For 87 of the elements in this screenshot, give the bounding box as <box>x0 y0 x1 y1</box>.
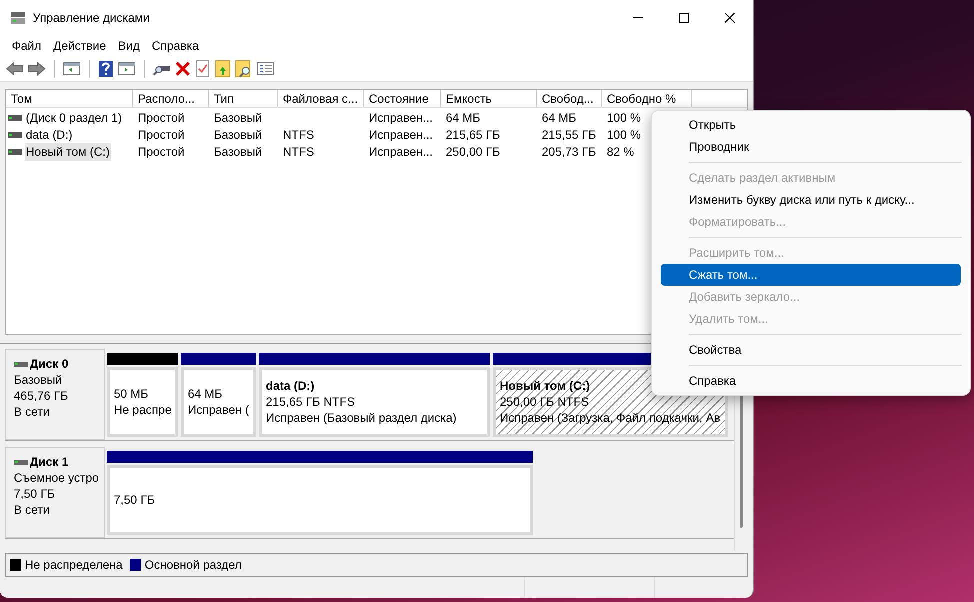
disk-detail: В сети <box>14 404 51 420</box>
table-cell-text: 215,55 ГБ <box>542 126 596 144</box>
table-cell-text: 64 МБ <box>542 110 577 126</box>
disk-detail: 7,50 ГБ <box>14 486 56 502</box>
column-header[interactable]: Файловая с... <box>278 90 364 107</box>
table-cell-text: 82 % <box>607 144 634 160</box>
column-header[interactable]: Емкость <box>441 90 537 107</box>
folder-search-icon[interactable] <box>235 60 253 78</box>
table-cell-text: Базовый <box>214 110 262 126</box>
partition-detail: 215,65 ГБ NTFS <box>266 394 356 410</box>
partition-title: Новый том (C:) <box>500 378 590 394</box>
volume-name[interactable]: (Диск 0 раздел 1) <box>25 108 124 126</box>
volume-name[interactable]: Новый том (C:) <box>25 142 111 160</box>
table-cell-text: Простой <box>138 126 185 144</box>
table-cell-text: 215,65 ГБ <box>446 126 500 144</box>
maximize-icon <box>679 13 689 23</box>
delete-icon[interactable] <box>175 60 191 76</box>
context-menu-item[interactable]: Сжать том... <box>661 264 961 286</box>
partition-detail: 250,00 ГБ NTFS <box>500 394 590 410</box>
partition-detail: Исправен (Базовый раздел диска) <box>266 410 457 426</box>
disk-info-panel[interactable]: Диск 0 Базовый 465,76 ГБ В сети <box>5 349 105 440</box>
column-header[interactable]: Состояние <box>364 90 441 107</box>
help-icon[interactable] <box>98 60 114 78</box>
drive-icon <box>8 114 22 120</box>
table-cell-text: 64 МБ <box>446 110 481 126</box>
table-cell-text: Исправен... <box>369 126 434 144</box>
folder-up-icon[interactable] <box>215 60 231 78</box>
disk-drive-icon <box>10 11 26 25</box>
drive-icon <box>8 148 22 154</box>
properties-list-icon[interactable] <box>257 60 275 76</box>
table-cell-text: Исправен... <box>369 110 434 126</box>
close-icon <box>725 13 735 23</box>
drive-icon <box>14 460 28 464</box>
partition-block[interactable]: 64 МБ Исправен ( <box>181 367 256 437</box>
disk-detail: 465,76 ГБ <box>14 388 70 404</box>
menu-item[interactable]: Вид <box>112 37 146 55</box>
window-title: Управление дисками <box>33 10 150 27</box>
table-cell-text: Простой <box>138 144 185 160</box>
legend-label: Основной раздел <box>144 557 242 574</box>
disk-info-panel[interactable]: Диск 1 Съемное устро 7,50 ГБ В сети <box>5 447 105 538</box>
partition-detail: Исправен ( <box>188 402 250 418</box>
partition-block[interactable]: data (D:) 215,65 ГБ NTFS Исправен (Базовый раздел диска) <box>259 367 490 437</box>
menu-item[interactable]: Файл <box>6 37 48 55</box>
console-tree-icon[interactable] <box>63 60 81 76</box>
table-cell-text: Исправен... <box>369 144 434 160</box>
partition-detail: 7,50 ГБ <box>114 492 156 508</box>
context-menu-item[interactable]: Открыть <box>661 114 961 136</box>
table-cell-text: Базовый <box>214 126 262 144</box>
disk-detail: Базовый <box>14 372 64 388</box>
partition-detail: Исправен (Загрузка, Файл подкачки, Ав <box>500 410 720 426</box>
partition-detail: Не распре <box>114 402 172 418</box>
disk-detail: В сети <box>14 502 51 518</box>
disk-name: Диск 0 <box>30 356 69 372</box>
column-header[interactable]: Свобод... <box>537 90 602 107</box>
checklist-document-icon[interactable] <box>195 60 211 78</box>
column-header[interactable]: Тип <box>209 90 278 107</box>
menu-item[interactable]: Действие <box>48 37 112 55</box>
table-cell-text: Базовый <box>214 144 262 160</box>
table-cell-text: 100 % <box>607 126 642 144</box>
partition-header-bar <box>107 353 178 365</box>
context-menu-item[interactable]: Изменить букву диска или путь к диску... <box>661 189 961 211</box>
context-menu-item[interactable]: Проводник <box>661 136 961 158</box>
drive-icon <box>14 362 28 366</box>
disk-name: Диск 1 <box>30 454 69 470</box>
table-cell-text: 100 % <box>607 110 642 126</box>
action-pane-icon[interactable] <box>118 60 136 76</box>
partition-block[interactable]: 7,50 ГБ <box>107 465 533 535</box>
forward-arrow-icon[interactable] <box>28 62 46 76</box>
table-cell-text: NTFS <box>283 126 314 144</box>
column-header[interactable]: Том <box>6 90 133 107</box>
table-cell-text: Простой <box>138 110 185 126</box>
disk-detail: Съемное устро <box>14 470 100 486</box>
column-header[interactable]: Свободно % <box>602 90 692 107</box>
legend-label: Не распределена <box>25 557 123 574</box>
table-cell-text: 205,73 ГБ <box>542 144 596 160</box>
menu-item[interactable]: Справка <box>146 37 206 55</box>
partition-title: data (D:) <box>266 378 315 394</box>
context-menu-item[interactable]: Свойства <box>661 339 961 361</box>
partition-block[interactable]: 50 МБ Не распре <box>107 367 178 437</box>
table-cell-text: 250,00 ГБ <box>446 144 500 160</box>
column-header[interactable]: Располо... <box>133 90 209 107</box>
table-cell-text: NTFS <box>283 144 314 160</box>
partition-detail: 64 МБ <box>188 386 223 402</box>
back-arrow-icon[interactable] <box>6 62 24 76</box>
partition-detail: 50 МБ <box>114 386 149 402</box>
volume-name[interactable]: data (D:) <box>25 126 74 144</box>
drive-icon <box>8 132 22 138</box>
